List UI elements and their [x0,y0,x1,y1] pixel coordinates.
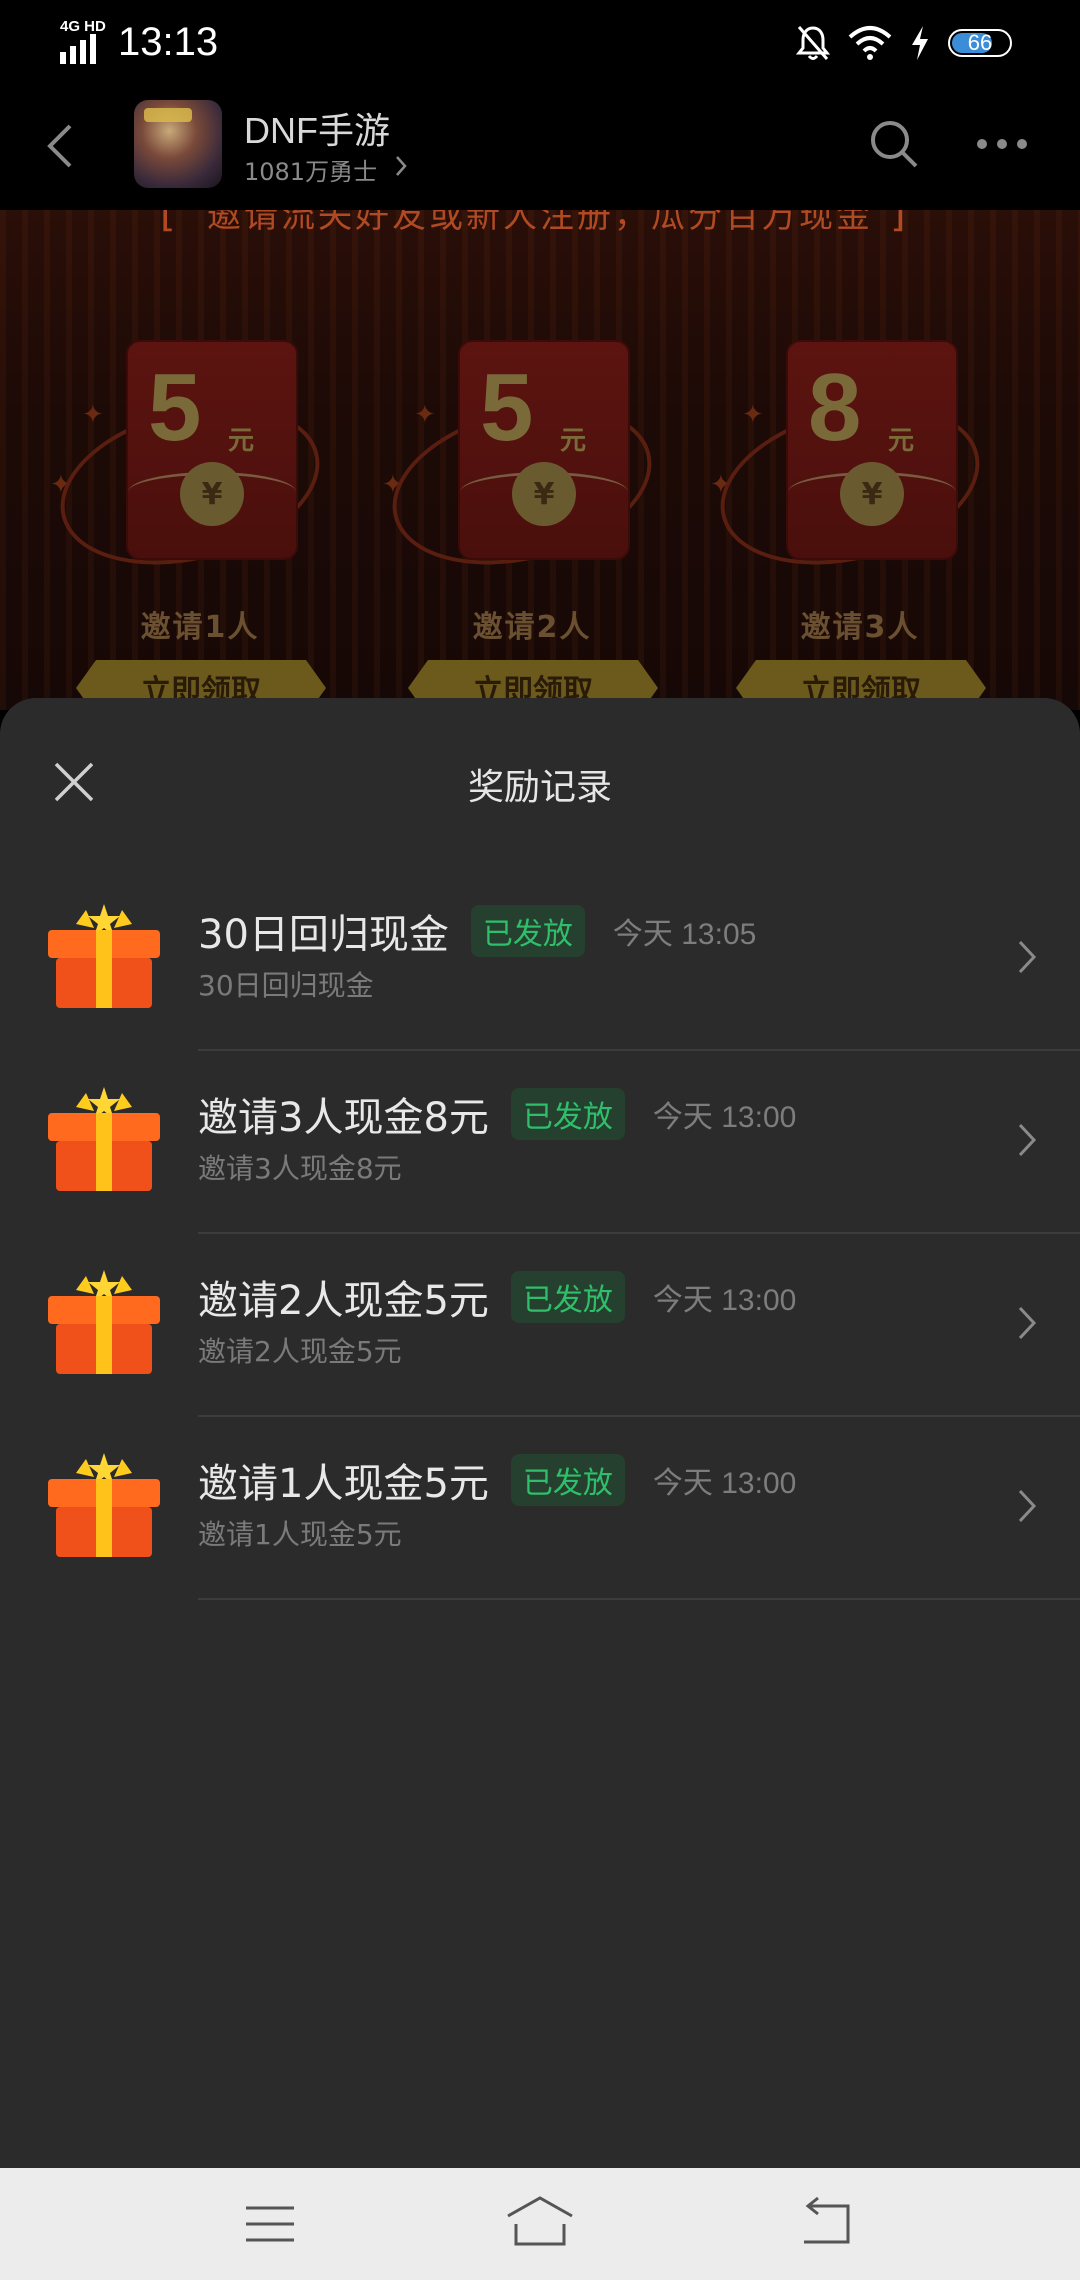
chevron-right-icon [1018,1306,1037,1340]
forum-member-count[interactable]: 1081万勇士 [244,152,377,187]
status-badge: 已发放 [510,1454,625,1506]
record-row[interactable]: 30日回归现金 已发放 今天 13:05 30日回归现金 [0,868,1080,1051]
chevron-right-icon [1018,940,1037,974]
record-title: 30日回归现金 [198,912,449,958]
envelope-amount: 8 [808,354,862,461]
sheet-title: 奖励记录 [467,767,612,808]
yuan-coin-icon: ¥ [180,462,244,526]
clock: 13:13 [118,20,219,64]
record-subtitle: 邀请3人现金8元 [198,1152,402,1185]
record-time: 今天 13:00 [652,1284,797,1317]
charging-bolt-icon [912,26,928,60]
gift-box-icon [48,1270,160,1374]
reward-card-3: ✦ ✦ 8 元 ¥ 邀请3人 立即领取 [700,320,1000,710]
status-bar: 4G HD 13:13 66 [0,0,1080,86]
battery-level: 66 [967,30,993,55]
invite-label: 邀请3人 [800,610,920,645]
red-envelope: 5 元 ¥ [126,340,298,560]
back-icon[interactable] [796,2196,852,2248]
record-time: 今天 13:00 [652,1101,797,1134]
search-icon[interactable] [866,116,922,172]
status-icons: 66 [796,20,1012,66]
envelope-amount: 5 [480,354,534,461]
chevron-right-icon [1018,1123,1037,1157]
red-envelope: 8 元 ¥ [786,340,958,560]
home-icon[interactable] [504,2194,576,2250]
record-title-line: 30日回归现金 已发放 今天 13:05 [198,902,756,960]
gift-box-icon [48,1087,160,1191]
chevron-right-icon [396,156,407,176]
menu-icon[interactable] [244,2202,296,2246]
system-nav-bar [0,2168,1080,2280]
reward-card-2: ✦ ✦ 5 元 ¥ 邀请2人 立即领取 [372,320,672,710]
more-options-icon[interactable] [974,136,1030,152]
record-title: 邀请1人现金5元 [198,1461,489,1507]
wifi-icon [848,26,892,60]
divider [198,1598,1080,1600]
gift-box-icon [48,1453,160,1557]
record-time: 今天 13:05 [612,918,757,951]
status-badge: 已发放 [510,1088,625,1140]
invite-label: 邀请1人 [140,610,260,645]
banner-tagline: 邀请流失好友或新人注册，瓜分百万现金 [207,210,873,236]
record-subtitle: 邀请1人现金5元 [198,1518,402,1551]
yuan-coin-icon: ¥ [840,462,904,526]
envelope-unit: 元 [228,426,255,456]
cell-signal-icon [60,34,96,64]
forum-avatar[interactable] [134,100,222,188]
yuan-coin-icon: ¥ [512,462,576,526]
record-time: 今天 13:00 [652,1467,797,1500]
status-badge: 已发放 [510,1271,625,1323]
record-subtitle: 30日回归现金 [198,969,374,1002]
record-row[interactable]: 邀请3人现金8元 已发放 今天 13:00 邀请3人现金8元 [0,1051,1080,1234]
record-list: 30日回归现金 已发放 今天 13:05 30日回归现金 邀请3人现金8元 已发… [0,868,1080,1600]
forum-header: DNF手游 1081万勇士 [0,86,1080,210]
envelope-unit: 元 [560,426,587,456]
invite-banner: [ 邀请流失好友或新人注册，瓜分百万现金 ] ✦ ✦ 5 元 ¥ 邀请1人 立即… [0,210,1080,710]
forum-name[interactable]: DNF手游 [244,102,390,154]
red-envelope: 5 元 ¥ [458,340,630,560]
reward-records-sheet: 奖励记录 30日回归现金 已发放 今天 13:05 30日回归现金 邀请3人现金… [0,698,1080,2168]
record-row[interactable]: 邀请1人现金5元 已发放 今天 13:00 邀请1人现金5元 [0,1417,1080,1600]
record-subtitle: 邀请2人现金5元 [198,1335,402,1368]
invite-label: 邀请2人 [472,610,592,645]
reward-card-1: ✦ ✦ 5 元 ¥ 邀请1人 立即领取 [40,320,340,710]
record-row[interactable]: 邀请2人现金5元 已发放 今天 13:00 邀请2人现金5元 [0,1234,1080,1417]
envelope-amount: 5 [148,354,202,461]
gift-box-icon [48,904,160,1008]
status-badge: 已发放 [470,905,585,957]
envelope-unit: 元 [888,426,915,456]
record-title-line: 邀请3人现金8元 已发放 今天 13:00 [198,1085,796,1143]
bracket-right: ] [890,210,906,236]
record-title-line: 邀请2人现金5元 已发放 今天 13:00 [198,1268,796,1326]
mute-bell-icon [796,26,830,60]
chevron-right-icon [1018,1489,1037,1523]
battery-icon: 66 [948,29,1012,57]
record-title: 邀请2人现金5元 [198,1278,489,1324]
back-arrow-icon[interactable] [40,116,80,176]
record-title-line: 邀请1人现金5元 已发放 今天 13:00 [198,1451,796,1509]
record-title: 邀请3人现金8元 [198,1095,489,1141]
